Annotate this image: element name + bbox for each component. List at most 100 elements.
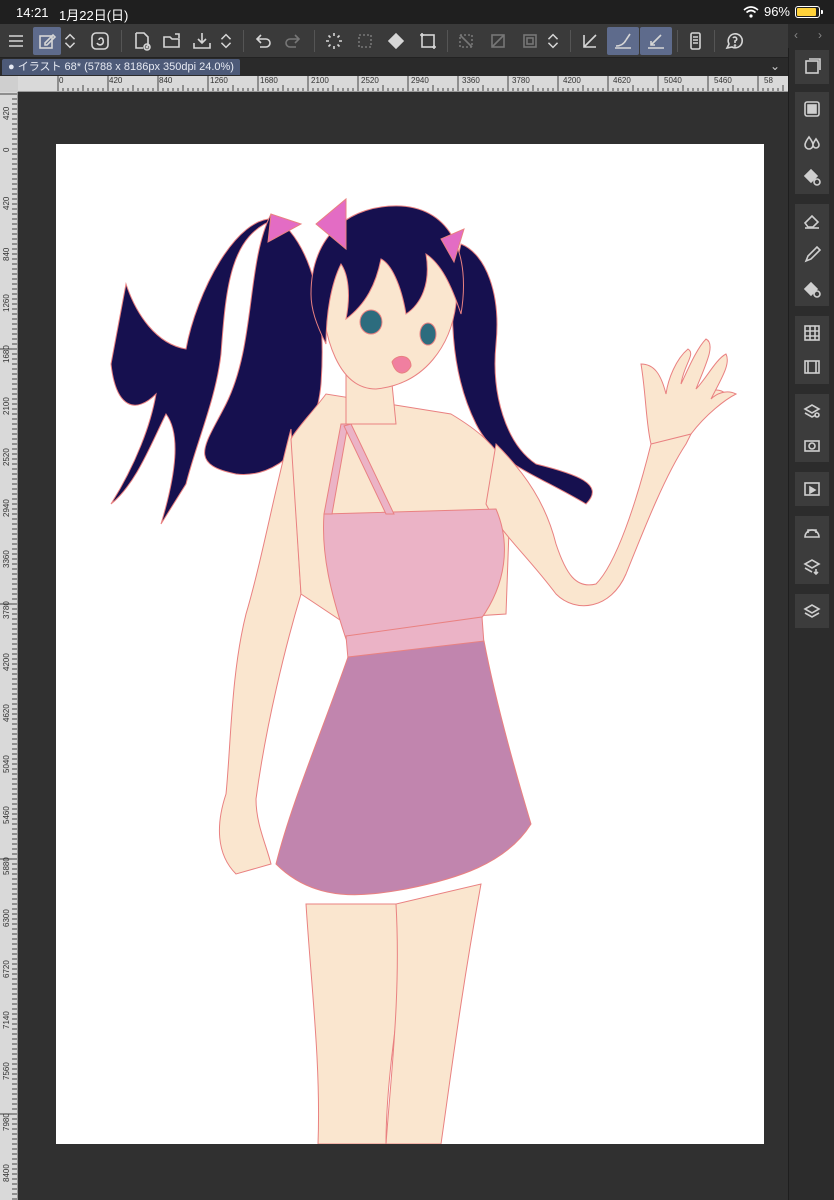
- hruler-label: 4200: [563, 76, 581, 85]
- vruler-label: 4200: [2, 653, 11, 671]
- vruler-label: 2520: [2, 448, 11, 466]
- select-all-icon[interactable]: [351, 27, 379, 55]
- smartphone-icon[interactable]: [681, 27, 709, 55]
- right-icon-dock: [788, 48, 834, 1200]
- chevron-updown-icon[interactable]: [216, 27, 236, 55]
- chevron-down-icon[interactable]: ⌄: [770, 59, 780, 73]
- layer-download-icon[interactable]: [795, 550, 829, 584]
- vruler-label: 420: [2, 106, 11, 120]
- tab-dot: ●: [8, 61, 18, 73]
- vruler-label: 6720: [2, 960, 11, 978]
- companion-icon[interactable]: [86, 27, 114, 55]
- vruler-label: 7560: [2, 1062, 11, 1080]
- hruler-label: 3360: [462, 76, 480, 85]
- eye-left: [359, 309, 383, 335]
- snap-grid-icon[interactable]: [640, 27, 672, 55]
- fill-circle-icon[interactable]: [795, 160, 829, 194]
- selection-border-icon[interactable]: [516, 27, 544, 55]
- chevron-updown-icon[interactable]: [543, 27, 563, 55]
- navigator-icon[interactable]: [795, 92, 829, 126]
- canvas-workspace[interactable]: [18, 92, 788, 1200]
- fill-icon[interactable]: [382, 27, 410, 55]
- vruler-label: 2940: [2, 499, 11, 517]
- vruler-label: 7980: [2, 1113, 11, 1131]
- hruler-label: 2100: [311, 76, 329, 85]
- battery-percent: 96%: [763, 4, 790, 19]
- color-drop-icon[interactable]: [795, 126, 829, 160]
- transform-icon[interactable]: [414, 27, 442, 55]
- hruler-label: 420: [109, 76, 123, 85]
- eraser-icon[interactable]: [795, 204, 829, 238]
- layers-stack-icon[interactable]: [795, 594, 829, 628]
- hruler-label: 1680: [260, 76, 278, 85]
- vruler-label: 3780: [2, 601, 11, 619]
- deselect-icon[interactable]: [452, 27, 480, 55]
- vruler-label: 7140: [2, 1011, 11, 1029]
- status-right: 96%: [743, 4, 823, 19]
- hruler-label: 2940: [411, 76, 429, 85]
- status-time: 14:21: [16, 5, 49, 20]
- snap-ruler-icon[interactable]: [577, 27, 605, 55]
- timeline-icon[interactable]: [795, 472, 829, 506]
- vruler-label: 2100: [2, 397, 11, 415]
- hruler-label: 58: [764, 76, 773, 85]
- material-icon[interactable]: [795, 394, 829, 428]
- vruler-label: 5460: [2, 806, 11, 824]
- assets-icon[interactable]: [795, 516, 829, 550]
- hruler-label: 3780: [512, 76, 530, 85]
- camera-icon[interactable]: [795, 428, 829, 462]
- redo-icon[interactable]: [279, 27, 307, 55]
- snap-special-ruler-icon[interactable]: [607, 27, 639, 55]
- hruler-label: 1260: [210, 76, 228, 85]
- vruler-label: 1260: [2, 294, 11, 312]
- layer-icon[interactable]: [795, 50, 829, 84]
- right-leg: [385, 883, 482, 1144]
- undo-icon[interactable]: [249, 27, 277, 55]
- help-icon[interactable]: [720, 27, 748, 55]
- new-file-icon[interactable]: [128, 27, 156, 55]
- chevron-right-icon[interactable]: ›: [818, 28, 822, 42]
- tab-title: イラスト 68* (5788 x 8186px 350dpi 24.0%): [17, 61, 234, 73]
- left-arm: [218, 428, 302, 875]
- status-date: 1月22日(日): [59, 8, 129, 23]
- open-file-icon[interactable]: [158, 27, 186, 55]
- clip-studio-window: 14:21 1月22日(日) 96% ‹ › ● イラスト 68* (5788 …: [0, 0, 834, 1200]
- palette-grid-icon[interactable]: [795, 316, 829, 350]
- hruler-label: 0: [59, 76, 64, 85]
- battery-icon: [795, 5, 823, 18]
- loading-icon[interactable]: [320, 27, 348, 55]
- skirt: [275, 640, 532, 896]
- hruler-label: 2520: [361, 76, 379, 85]
- vruler-label: 0: [2, 147, 11, 152]
- hruler-label: 4620: [613, 76, 631, 85]
- vruler-label: 420: [2, 196, 11, 210]
- document-tab[interactable]: ● イラスト 68* (5788 x 8186px 350dpi 24.0%): [2, 59, 240, 75]
- vruler-label: 3360: [2, 550, 11, 568]
- document-tab-bar: ● イラスト 68* (5788 x 8186px 350dpi 24.0%) …: [0, 58, 788, 76]
- filmstrip-icon[interactable]: [795, 350, 829, 384]
- horizontal-ruler: 0 420 840 1260 1680 2100 2520 2940 3360 …: [18, 76, 788, 92]
- ruler-corner: [0, 76, 18, 92]
- hruler-label: 5460: [714, 76, 732, 85]
- eye-right: [419, 322, 437, 346]
- brush-settings-icon[interactable]: [795, 272, 829, 306]
- drawing-canvas[interactable]: [56, 144, 764, 1144]
- vruler-label: 5880: [2, 857, 11, 875]
- ios-status-bar: 14:21 1月22日(日) 96%: [0, 0, 834, 24]
- menu-icon[interactable]: [2, 27, 30, 55]
- invert-selection-icon[interactable]: [484, 27, 512, 55]
- wifi-icon: [743, 5, 759, 18]
- pen-icon[interactable]: [795, 238, 829, 272]
- chevron-left-icon[interactable]: ‹: [794, 28, 798, 42]
- illustration: [110, 197, 738, 1144]
- hruler-label: 840: [159, 76, 173, 85]
- vruler-label: 840: [2, 247, 11, 261]
- quick-access-icon[interactable]: [33, 27, 61, 55]
- vruler-label: 4620: [2, 704, 11, 722]
- vruler-label: 5040: [2, 755, 11, 773]
- command-bar: [0, 24, 788, 58]
- chevron-updown-icon[interactable]: [60, 27, 80, 55]
- vruler-label: 8400: [2, 1164, 11, 1182]
- vertical-ruler: 420 0 420 840 1260 1680 2100 2520 2940 3…: [0, 92, 18, 1200]
- save-file-icon[interactable]: [188, 27, 216, 55]
